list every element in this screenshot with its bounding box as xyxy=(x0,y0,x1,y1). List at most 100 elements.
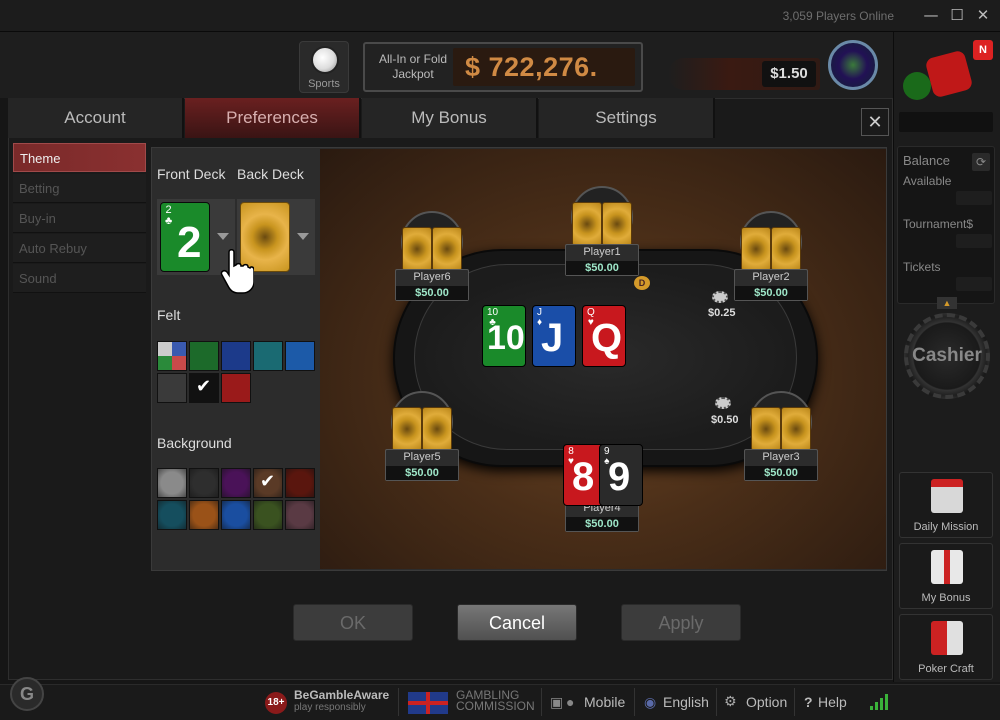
preferences-nav: Theme Betting Buy-in Auto Rebuy Sound xyxy=(13,143,146,303)
age-restriction-badge: 18+ xyxy=(265,692,287,714)
card-rank: Q xyxy=(591,316,623,360)
sports-button[interactable]: Sports xyxy=(299,41,349,93)
notification-badge: N xyxy=(973,40,993,60)
tab-account[interactable]: Account xyxy=(8,98,184,138)
maximize-button[interactable]: ☐ xyxy=(946,4,968,26)
card-back-icon xyxy=(422,407,452,451)
divider xyxy=(398,688,399,716)
background-swatch[interactable] xyxy=(189,500,219,530)
nav-item-buy-in[interactable]: Buy-in xyxy=(13,204,146,233)
gg-logo-icon[interactable]: G xyxy=(10,677,44,711)
my-bonus-side-button[interactable]: My Bonus xyxy=(899,543,993,609)
settings-tabs: Account Preferences My Bonus Settings xyxy=(8,98,716,138)
daily-mission-button[interactable]: Daily Mission xyxy=(899,472,993,538)
poker-craft-button[interactable]: Poker Craft xyxy=(899,614,993,680)
help-link[interactable]: Help xyxy=(818,690,847,714)
back-deck-label: Back Deck xyxy=(237,166,304,182)
android-icon: ▣ xyxy=(550,694,564,710)
close-window-button[interactable]: ✕ xyxy=(972,4,994,26)
soccer-ball-icon xyxy=(311,46,339,74)
globe-icon: ◉ xyxy=(644,694,657,710)
minimize-button[interactable]: — xyxy=(920,4,942,26)
balance-label: Balance xyxy=(903,153,950,168)
dice-promo[interactable]: N xyxy=(899,40,993,108)
bet-amount: $0.50 xyxy=(711,414,739,426)
cancel-button[interactable]: Cancel xyxy=(457,604,577,641)
hero-card: 9 ♠ 9 xyxy=(599,444,643,506)
player-stack: $50.00 xyxy=(386,466,458,480)
divider xyxy=(794,688,795,716)
nav-item-betting[interactable]: Betting xyxy=(13,174,146,203)
felt-swatch[interactable] xyxy=(221,341,251,371)
card-back-icon xyxy=(751,407,781,451)
front-deck-small-rank: 2 ♣ xyxy=(165,205,172,227)
tab-my-bonus[interactable]: My Bonus xyxy=(362,98,538,138)
felt-swatch[interactable] xyxy=(221,373,251,403)
background-swatch[interactable] xyxy=(157,468,187,498)
nav-item-auto-rebuy[interactable]: Auto Rebuy xyxy=(13,234,146,263)
felt-swatch[interactable] xyxy=(285,341,315,371)
felt-swatch[interactable] xyxy=(253,341,283,371)
player-plate: Player1 $50.00 xyxy=(565,244,639,276)
cashier-button[interactable]: Cashier xyxy=(904,313,990,399)
tab-settings[interactable]: Settings xyxy=(539,98,715,138)
players-online-count: 3,059 Players Online xyxy=(782,9,894,23)
nav-item-theme[interactable]: Theme xyxy=(13,143,146,172)
chip-icon xyxy=(712,291,728,303)
bonus-bar[interactable]: $1.50 xyxy=(668,58,820,90)
dice-icon xyxy=(924,49,974,99)
background-swatch[interactable] xyxy=(285,468,315,498)
player-name: Player6 xyxy=(413,271,451,283)
calendar-icon xyxy=(931,479,963,513)
gem-icon xyxy=(903,72,931,100)
player-stack: $50.00 xyxy=(566,517,638,531)
hole-cards-back xyxy=(740,227,802,271)
felt-swatch[interactable]: ✔ xyxy=(189,373,219,403)
felt-swatch[interactable] xyxy=(157,373,187,403)
chevron-down-icon xyxy=(297,233,309,240)
nav-item-sound[interactable]: Sound xyxy=(13,264,146,293)
spin-wheel-icon[interactable] xyxy=(828,40,878,90)
refresh-icon[interactable]: ⟳ xyxy=(972,153,990,171)
tab-preferences[interactable]: Preferences xyxy=(185,98,361,138)
poker-craft-icon xyxy=(931,621,963,655)
username-field xyxy=(899,112,993,132)
available-value xyxy=(956,191,992,205)
apply-button[interactable]: Apply xyxy=(621,604,741,641)
jackpot-banner[interactable]: All-In or Fold Jackpot $ 722,276. xyxy=(363,42,643,92)
jackpot-label: All-In or Fold Jackpot xyxy=(378,52,448,81)
ok-button[interactable]: OK xyxy=(293,604,413,641)
tickets-value xyxy=(956,277,992,291)
hole-cards-back xyxy=(750,407,812,451)
background-swatch[interactable] xyxy=(253,500,283,530)
option-link[interactable]: Option xyxy=(746,690,787,714)
card-back-icon xyxy=(392,407,422,451)
felt-swatch[interactable] xyxy=(157,341,187,371)
apple-icon: ● xyxy=(566,694,575,710)
gear-icon: ⚙ xyxy=(724,694,737,710)
poker-craft-label: Poker Craft xyxy=(918,663,974,675)
bonus-amount: $1.50 xyxy=(762,61,816,87)
front-deck-label: Front Deck xyxy=(157,166,226,182)
begambleaware-title[interactable]: BeGambleAware xyxy=(294,688,389,702)
background-swatch[interactable] xyxy=(221,468,251,498)
background-swatch[interactable] xyxy=(157,500,187,530)
close-dialog-button[interactable]: ✕ xyxy=(861,108,889,136)
gambling-commission-link[interactable]: GAMBLING COMMISSION xyxy=(456,689,535,712)
mobile-link[interactable]: Mobile xyxy=(584,690,625,714)
background-swatch[interactable] xyxy=(189,468,219,498)
felt-swatch[interactable] xyxy=(189,341,219,371)
player-name: Player2 xyxy=(752,271,790,283)
front-deck-preview: 2 ♣ 2 xyxy=(160,202,210,272)
player-stack: $50.00 xyxy=(745,466,817,480)
language-link[interactable]: English xyxy=(663,690,709,714)
background-label: Background xyxy=(157,435,232,451)
collapse-up-icon[interactable]: ▲ xyxy=(937,297,957,309)
front-deck-suit: ♣ xyxy=(165,215,173,227)
background-swatch[interactable] xyxy=(221,500,251,530)
background-swatch[interactable] xyxy=(285,500,315,530)
player-plate: Player5 $50.00 xyxy=(385,449,459,481)
background-swatch[interactable]: ✔ xyxy=(253,468,283,498)
card-back-icon xyxy=(432,227,462,271)
balance-panel: Balance ⟳ Available Tournament$ Tickets xyxy=(897,146,995,304)
